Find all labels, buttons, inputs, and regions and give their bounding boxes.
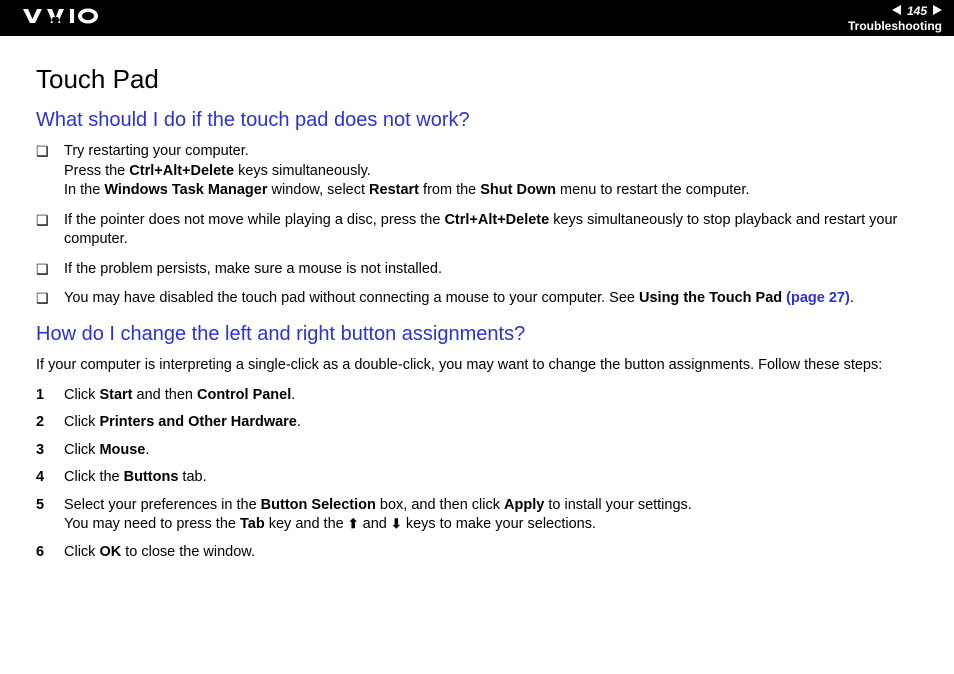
list-item: Try restarting your computer. Press the … (36, 142, 918, 201)
page-nav: 145 (892, 4, 942, 18)
page-title: Touch Pad (36, 64, 918, 95)
up-arrow-icon: ⬆ (348, 516, 359, 531)
step-item: 4 Click the Buttons tab. (36, 468, 918, 488)
content-area: Touch Pad What should I do if the touch … (0, 36, 954, 674)
step-item: 1 Click Start and then Control Panel. (36, 386, 918, 406)
header-bar: 145 Troubleshooting (0, 0, 954, 36)
page-link-27[interactable]: (page 27) (786, 290, 850, 306)
list-item: If the pointer does not move while playi… (36, 211, 918, 250)
breadcrumb: Troubleshooting (848, 19, 942, 33)
list-item: You may have disabled the touch pad with… (36, 289, 918, 309)
step-item: 6 Click OK to close the window. (36, 543, 918, 563)
list-item: If the problem persists, make sure a mou… (36, 260, 918, 280)
vaio-logo (18, 8, 128, 29)
next-page-arrow-icon[interactable] (933, 4, 942, 18)
step-item: 2 Click Printers and Other Hardware. (36, 413, 918, 433)
step-item: 5 Select your preferences in the Button … (36, 496, 918, 535)
section1-list: Try restarting your computer. Press the … (36, 142, 918, 309)
header-right: 145 Troubleshooting (848, 4, 942, 33)
page-root: 145 Troubleshooting Touch Pad What shoul… (0, 0, 954, 674)
step-item: 3 Click Mouse. (36, 441, 918, 461)
page-number: 145 (907, 4, 927, 18)
section2-steps: 1 Click Start and then Control Panel. 2 … (36, 386, 918, 563)
section2-intro: If your computer is interpreting a singl… (36, 356, 918, 376)
down-arrow-icon: ⬇ (391, 516, 402, 531)
section2-heading: How do I change the left and right butto… (36, 323, 918, 346)
section1-heading: What should I do if the touch pad does n… (36, 109, 918, 132)
prev-page-arrow-icon[interactable] (892, 4, 901, 18)
